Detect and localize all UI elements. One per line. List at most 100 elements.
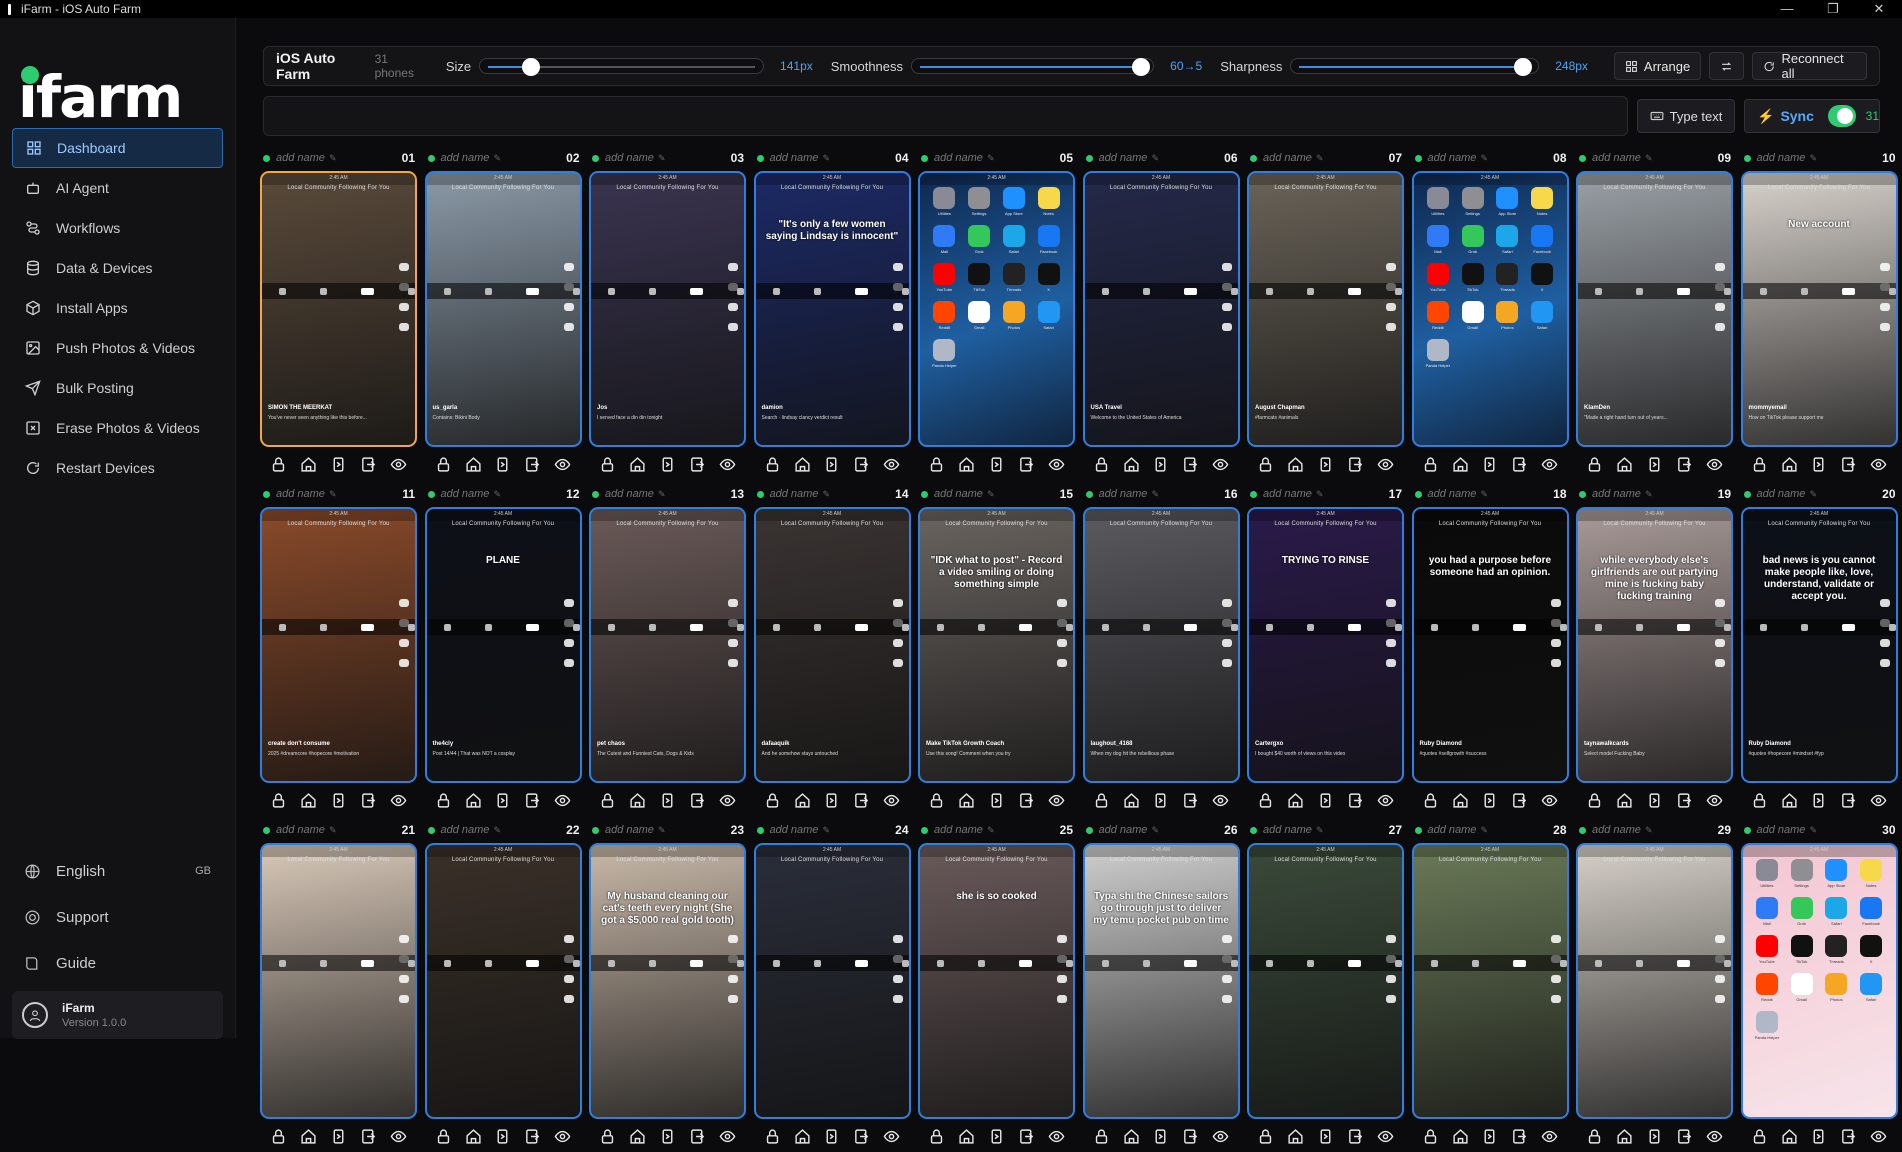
edit-pencil-icon[interactable]: ✎ — [822, 153, 830, 164]
screenshot-icon[interactable] — [689, 456, 706, 478]
device-name-field[interactable]: add name — [1428, 152, 1477, 164]
app-icon[interactable]: App Store — [1820, 859, 1853, 895]
device-name-field[interactable]: add name — [276, 824, 325, 836]
home-icon[interactable] — [1616, 1128, 1633, 1150]
size-slider-knob[interactable] — [521, 58, 540, 76]
phone-screen-tiktok[interactable]: 2:45 AM Local Community Following For You… — [1576, 507, 1733, 783]
app-icon[interactable]: App Store — [998, 187, 1031, 223]
phone-screen-tiktok[interactable]: 2:45 AM Local Community Following For You… — [1740, 171, 1898, 447]
phone-screen-tiktok[interactable]: 2:45 AM Local Community Following For You… — [589, 507, 746, 783]
user-card[interactable]: iFarm Version 1.0.0 — [12, 991, 223, 1039]
edit-pencil-icon[interactable]: ✎ — [329, 153, 337, 164]
rotate-phone-icon[interactable] — [1646, 792, 1663, 814]
sidebar-item-push-photos-videos[interactable]: Push Photos & Videos — [12, 328, 223, 368]
app-icon[interactable]: Gmail — [1785, 973, 1818, 1009]
lock-icon[interactable] — [270, 792, 287, 814]
phone-screen-tiktok[interactable]: 2:45 AM Local Community Following For You… — [918, 843, 1075, 1119]
app-icon[interactable]: Facebook — [1855, 897, 1888, 933]
screenshot-icon[interactable] — [689, 792, 706, 814]
app-icon[interactable]: TikTok — [1785, 935, 1818, 971]
app-icon[interactable]: Threads — [1491, 263, 1524, 299]
screenshot-icon[interactable] — [1511, 456, 1528, 478]
lock-icon[interactable] — [928, 792, 945, 814]
device-name-field[interactable]: add name — [1099, 488, 1148, 500]
size-slider[interactable] — [479, 58, 765, 76]
phone-screen-tiktok[interactable]: 2:45 AM Local Community Following For You… — [260, 507, 417, 783]
edit-pencil-icon[interactable]: ✎ — [1645, 153, 1653, 164]
rotate-phone-icon[interactable] — [330, 792, 347, 814]
device-name-field[interactable]: add name — [934, 488, 983, 500]
rotate-phone-icon[interactable] — [1810, 792, 1827, 814]
edit-pencil-icon[interactable]: ✎ — [1809, 153, 1817, 164]
eye-icon[interactable] — [1541, 1128, 1558, 1150]
eye-icon[interactable] — [719, 792, 736, 814]
edit-pencil-icon[interactable]: ✎ — [987, 153, 995, 164]
home-icon[interactable] — [1123, 792, 1140, 814]
maximize-button[interactable]: ❐ — [1810, 0, 1856, 18]
support-link[interactable]: Support — [12, 894, 223, 940]
device-name-field[interactable]: add name — [605, 152, 654, 164]
app-icon[interactable]: Safari — [1855, 973, 1888, 1009]
smoothness-slider-knob[interactable] — [1131, 58, 1150, 76]
device-name-field[interactable]: add name — [1757, 488, 1806, 500]
home-icon[interactable] — [1123, 1128, 1140, 1150]
app-icon[interactable]: Notes — [1526, 187, 1559, 223]
phone-screen-tiktok[interactable]: 2:45 AM Local Community Following For You… — [424, 171, 582, 447]
screenshot-icon[interactable] — [1182, 456, 1199, 478]
rotate-phone-icon[interactable] — [988, 792, 1005, 814]
screenshot-icon[interactable] — [1511, 1128, 1528, 1150]
edit-pencil-icon[interactable]: ✎ — [1316, 153, 1324, 164]
home-icon[interactable] — [958, 456, 975, 478]
sidebar-item-dashboard[interactable]: Dashboard — [12, 128, 223, 168]
home-icon[interactable] — [958, 1128, 975, 1150]
eye-icon[interactable] — [1870, 792, 1887, 814]
home-icon[interactable] — [465, 792, 482, 814]
screenshot-icon[interactable] — [360, 1128, 377, 1150]
sync-toggle[interactable] — [1827, 105, 1856, 127]
app-icon[interactable]: Safari — [998, 225, 1031, 261]
app-icon[interactable]: Photos — [998, 301, 1031, 337]
home-icon[interactable] — [794, 456, 811, 478]
lock-icon[interactable] — [1751, 792, 1768, 814]
minimize-button[interactable]: — — [1764, 0, 1810, 18]
device-name-field[interactable]: add name — [1757, 152, 1806, 164]
eye-icon[interactable] — [1541, 792, 1558, 814]
sidebar-item-install-apps[interactable]: Install Apps — [12, 288, 223, 328]
lock-icon[interactable] — [1422, 456, 1439, 478]
edit-pencil-icon[interactable]: ✎ — [493, 825, 501, 836]
device-name-field[interactable]: add name — [770, 824, 819, 836]
home-icon[interactable] — [1452, 792, 1469, 814]
eye-icon[interactable] — [1541, 456, 1558, 478]
home-icon[interactable] — [1287, 792, 1304, 814]
device-name-field[interactable]: add name — [770, 152, 819, 164]
eye-icon[interactable] — [1377, 792, 1394, 814]
lock-icon[interactable] — [1586, 1128, 1603, 1150]
app-icon[interactable]: X — [1526, 263, 1559, 299]
app-icon[interactable]: Facebook — [1526, 225, 1559, 261]
rotate-phone-icon[interactable] — [659, 1128, 676, 1150]
app-icon[interactable]: TikTok — [963, 263, 996, 299]
eye-icon[interactable] — [719, 456, 736, 478]
guide-link[interactable]: Guide — [12, 940, 223, 986]
lock-icon[interactable] — [1257, 792, 1274, 814]
app-icon[interactable]: Mail — [1422, 225, 1455, 261]
lock-icon[interactable] — [928, 1128, 945, 1150]
screenshot-icon[interactable] — [1018, 1128, 1035, 1150]
eye-icon[interactable] — [883, 456, 900, 478]
screenshot-icon[interactable] — [689, 1128, 706, 1150]
rotate-phone-icon[interactable] — [1810, 1128, 1827, 1150]
device-name-field[interactable]: add name — [1263, 152, 1312, 164]
app-icon[interactable]: Settings — [1456, 187, 1489, 223]
eye-icon[interactable] — [1212, 456, 1229, 478]
phone-screen-tiktok[interactable]: 2:45 AM Local Community Following For You… — [1082, 507, 1240, 783]
rotate-phone-icon[interactable] — [494, 1128, 511, 1150]
home-icon[interactable] — [1452, 456, 1469, 478]
rotate-phone-icon[interactable] — [1317, 1128, 1334, 1150]
phone-screen-tiktok[interactable]: 2:45 AM Local Community Following For You… — [753, 507, 911, 783]
eye-icon[interactable] — [1377, 456, 1394, 478]
eye-icon[interactable] — [1706, 792, 1723, 814]
app-icon[interactable]: Grok — [963, 225, 996, 261]
app-icon[interactable]: TikTok — [1456, 263, 1489, 299]
eye-icon[interactable] — [554, 792, 571, 814]
home-icon[interactable] — [794, 1128, 811, 1150]
